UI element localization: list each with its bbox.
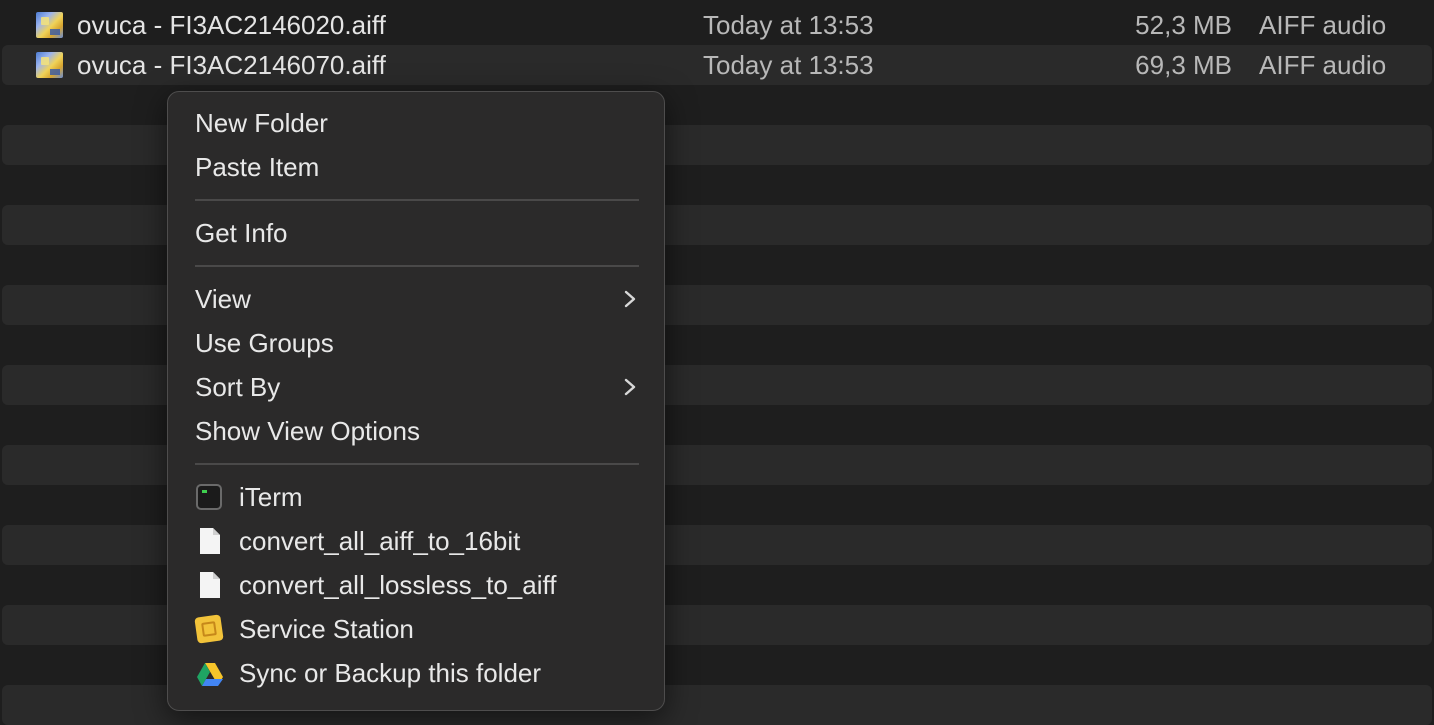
file-row[interactable]: ovuca - FI3AC2146020.aiff Today at 13:53… bbox=[0, 5, 1434, 45]
chevron-right-icon bbox=[624, 290, 636, 308]
file-name: ovuca - FI3AC2146070.aiff bbox=[77, 50, 386, 80]
menu-item-label: convert_all_aiff_to_16bit bbox=[239, 526, 521, 556]
file-date-modified: Today at 13:53 bbox=[703, 10, 874, 40]
menu-item-iterm[interactable]: iTerm bbox=[182, 475, 650, 519]
menu-item-label: convert_all_lossless_to_aiff bbox=[239, 570, 557, 600]
menu-item-service-station[interactable]: Service Station bbox=[182, 607, 650, 651]
menu-separator bbox=[195, 265, 639, 267]
menu-item-sort-by[interactable]: Sort By bbox=[182, 365, 650, 409]
menu-item-paste-item[interactable]: Paste Item bbox=[182, 145, 650, 189]
menu-item-view[interactable]: View bbox=[182, 277, 650, 321]
service-station-icon bbox=[194, 614, 224, 644]
iterm-icon bbox=[196, 484, 222, 510]
finder-file-list: ovuca - FI3AC2146020.aiff Today at 13:53… bbox=[0, 0, 1434, 725]
document-icon bbox=[200, 528, 220, 554]
context-menu: New Folder Paste Item Get Info View Use … bbox=[167, 91, 665, 711]
menu-item-convert-lossless-aiff[interactable]: convert_all_lossless_to_aiff bbox=[182, 563, 650, 607]
menu-item-label: New Folder bbox=[195, 108, 328, 138]
document-icon bbox=[200, 572, 220, 598]
file-size: 69,3 MB bbox=[1135, 50, 1232, 80]
file-name: ovuca - FI3AC2146020.aiff bbox=[77, 10, 386, 40]
google-drive-icon bbox=[197, 663, 223, 686]
menu-item-label: Use Groups bbox=[195, 328, 334, 358]
menu-item-label: Get Info bbox=[195, 218, 288, 248]
file-size: 52,3 MB bbox=[1135, 10, 1232, 40]
menu-item-label: Sync or Backup this folder bbox=[239, 658, 542, 688]
menu-item-label: Service Station bbox=[239, 614, 414, 644]
file-row[interactable]: ovuca - FI3AC2146070.aiff Today at 13:53… bbox=[2, 45, 1432, 85]
menu-item-get-info[interactable]: Get Info bbox=[182, 211, 650, 255]
menu-item-new-folder[interactable]: New Folder bbox=[182, 101, 650, 145]
menu-item-label: Show View Options bbox=[195, 416, 420, 446]
menu-item-label: iTerm bbox=[239, 482, 303, 512]
chevron-right-icon bbox=[624, 378, 636, 396]
menu-separator bbox=[195, 463, 639, 465]
menu-item-label: View bbox=[195, 284, 251, 314]
menu-item-label: Paste Item bbox=[195, 152, 320, 182]
aiff-file-thumbnail-icon bbox=[36, 12, 63, 38]
aiff-file-thumbnail-icon bbox=[36, 52, 63, 78]
file-kind: AIFF audio bbox=[1259, 50, 1387, 80]
menu-item-convert-aiff-16bit[interactable]: convert_all_aiff_to_16bit bbox=[182, 519, 650, 563]
menu-item-sync-backup[interactable]: Sync or Backup this folder bbox=[182, 651, 650, 695]
menu-item-use-groups[interactable]: Use Groups bbox=[182, 321, 650, 365]
menu-item-show-view-options[interactable]: Show View Options bbox=[182, 409, 650, 453]
file-kind: AIFF audio bbox=[1259, 10, 1387, 40]
file-date-modified: Today at 13:53 bbox=[703, 50, 874, 80]
menu-item-label: Sort By bbox=[195, 372, 281, 402]
menu-separator bbox=[195, 199, 639, 201]
